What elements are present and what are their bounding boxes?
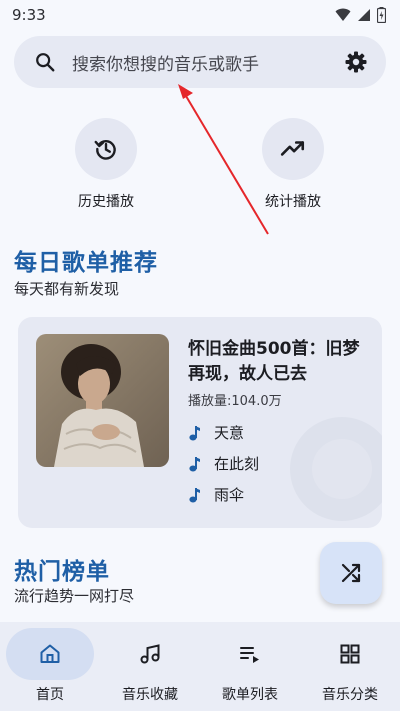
song-title: 天意 bbox=[214, 424, 245, 442]
nav-item-categories[interactable]: 音乐分类 bbox=[300, 622, 400, 711]
playlist-cover-image[interactable] bbox=[36, 334, 169, 467]
list-item[interactable]: 在此刻 bbox=[188, 453, 259, 474]
search-icon[interactable] bbox=[32, 49, 58, 75]
playlist-icon bbox=[240, 647, 259, 663]
playlist-card[interactable]: 怀旧金曲500首：旧梦再现，故人已去 播放量:104.0万 天意 在此刻 雨伞 bbox=[18, 317, 382, 528]
shuffle-icon bbox=[341, 563, 361, 583]
nav-item-playlists[interactable]: 歌单列表 bbox=[200, 622, 300, 711]
list-item[interactable]: 天意 bbox=[188, 422, 244, 443]
daily-section-subtitle: 每天都有新发现 bbox=[14, 280, 120, 298]
bottom-nav: 首页 音乐收藏 歌单列表 音乐分类 bbox=[0, 622, 400, 711]
search-bar[interactable]: 搜索你想搜的音乐或歌手 bbox=[14, 36, 386, 88]
card-decoration bbox=[290, 417, 382, 521]
nav-pill-categories[interactable] bbox=[306, 628, 394, 680]
nav-label-home: 首页 bbox=[36, 687, 64, 703]
music-note-icon bbox=[140, 644, 160, 664]
playcount-label: 播放量: bbox=[188, 394, 232, 409]
history-icon bbox=[94, 140, 116, 160]
daily-section-title: 每日歌单推荐 bbox=[14, 250, 158, 276]
song-title: 雨伞 bbox=[214, 486, 245, 504]
nav-pill-home[interactable] bbox=[6, 628, 94, 680]
stats-play-circle[interactable] bbox=[262, 118, 324, 180]
stats-play-label: 统计播放 bbox=[265, 194, 321, 210]
list-item[interactable]: 雨伞 bbox=[188, 484, 244, 505]
stats-play-button[interactable]: 统计播放 bbox=[243, 118, 343, 211]
playlist-title[interactable]: 怀旧金曲500首：旧梦再现，故人已去 bbox=[188, 337, 376, 387]
home-icon bbox=[40, 644, 60, 663]
song-title: 在此刻 bbox=[214, 455, 260, 473]
charts-section-subtitle: 流行趋势一网打尽 bbox=[14, 587, 135, 605]
trending-up-icon bbox=[280, 141, 305, 156]
music-note-icon bbox=[188, 455, 202, 473]
status-icons bbox=[335, 7, 386, 23]
wifi-icon bbox=[335, 8, 351, 21]
status-time: 9:33 bbox=[12, 6, 46, 24]
battery-icon bbox=[377, 7, 386, 23]
search-input[interactable]: 搜索你想搜的音乐或歌手 bbox=[72, 50, 342, 75]
nav-item-favorites[interactable]: 音乐收藏 bbox=[100, 622, 200, 711]
nav-pill-playlists[interactable] bbox=[206, 628, 294, 680]
nav-label-favorites: 音乐收藏 bbox=[122, 687, 178, 703]
nav-pill-favorites[interactable] bbox=[106, 628, 194, 680]
shuffle-button[interactable] bbox=[320, 542, 382, 604]
playcount-value: 104.0万 bbox=[231, 394, 282, 409]
nav-item-home[interactable]: 首页 bbox=[0, 622, 100, 711]
music-note-icon bbox=[188, 424, 202, 442]
music-note-icon bbox=[188, 486, 202, 504]
gear-icon[interactable] bbox=[342, 48, 370, 76]
charts-section-title: 热门榜单 bbox=[14, 559, 110, 585]
history-play-label: 历史播放 bbox=[78, 194, 134, 210]
nav-label-categories: 音乐分类 bbox=[322, 687, 378, 703]
history-play-circle[interactable] bbox=[75, 118, 137, 180]
grid-icon bbox=[340, 644, 360, 664]
signal-icon bbox=[358, 9, 370, 21]
playlist-playcount: 播放量:104.0万 bbox=[188, 390, 282, 409]
nav-label-playlists: 歌单列表 bbox=[222, 687, 278, 703]
history-play-button[interactable]: 历史播放 bbox=[56, 118, 156, 211]
status-bar: 9:33 bbox=[0, 0, 400, 30]
